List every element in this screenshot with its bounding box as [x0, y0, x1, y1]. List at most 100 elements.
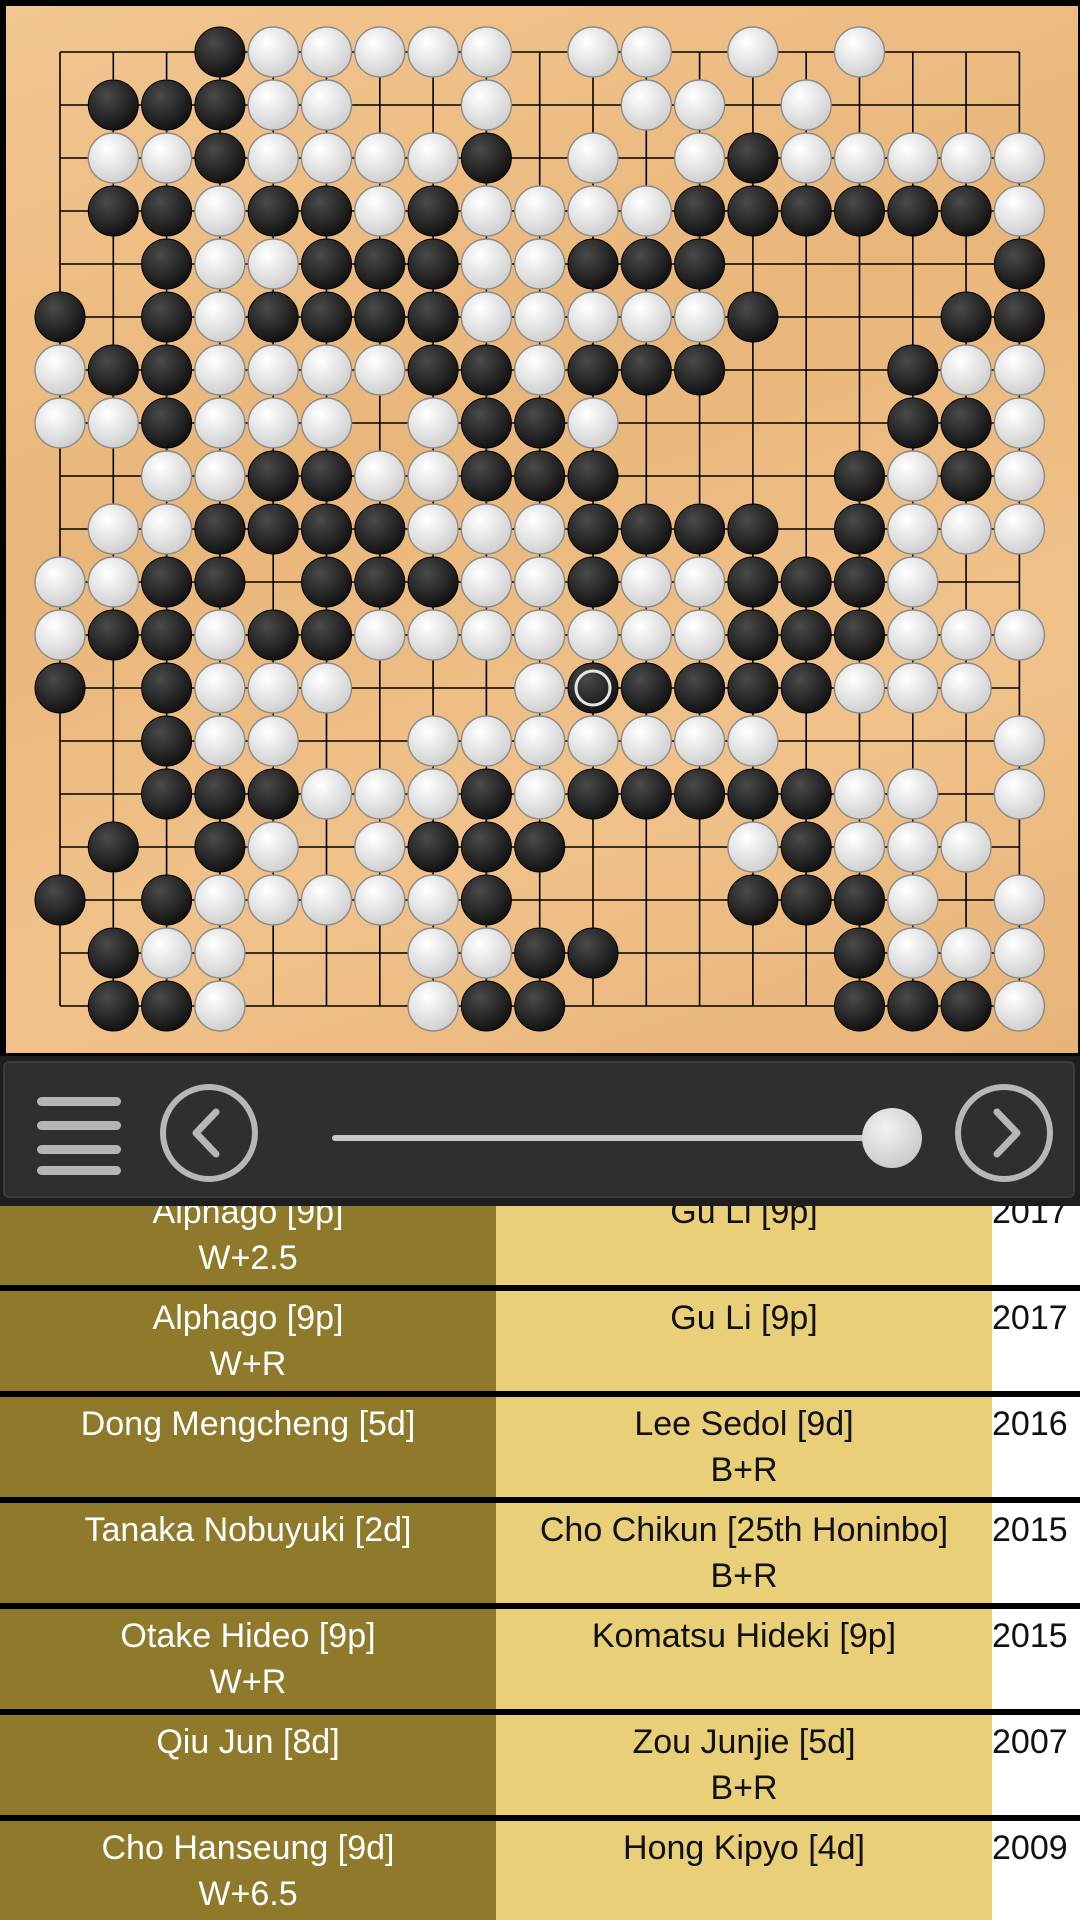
- black-stone: [834, 980, 885, 1032]
- black-player-cell: Gu Li [9p]: [496, 1291, 992, 1391]
- white-stone: [407, 609, 459, 661]
- black-stone: [141, 397, 193, 449]
- white-stone: [727, 26, 779, 78]
- black-stone: [354, 556, 406, 608]
- white-stone: [194, 874, 246, 926]
- white-stone: [673, 556, 726, 608]
- move-slider-track[interactable]: [332, 1135, 892, 1141]
- game-year: 2015: [992, 1617, 1068, 1655]
- go-board[interactable]: [6, 6, 1078, 1053]
- year-cell: 2007: [992, 1715, 1080, 1815]
- white-stone: [567, 132, 619, 184]
- black-stone: [940, 291, 992, 343]
- black-stone: [141, 715, 193, 767]
- black-stone: [727, 662, 779, 714]
- white-stone: [673, 609, 726, 661]
- white-stone: [34, 397, 86, 449]
- black-stone: [141, 291, 193, 343]
- black-stone: [301, 185, 352, 237]
- white-stone: [833, 132, 886, 184]
- game-list-row[interactable]: Qiu Jun [8d] Zou Junjie [5d] B+R 2007: [0, 1715, 1080, 1815]
- white-stone: [727, 821, 779, 873]
- white-stone: [460, 927, 513, 979]
- black-stone: [354, 503, 406, 555]
- game-year: 2015: [992, 1511, 1068, 1549]
- white-stone: [887, 503, 939, 555]
- white-stone: [460, 79, 513, 131]
- black-stone: [567, 503, 619, 555]
- black-stone: [780, 609, 832, 661]
- move-slider-thumb[interactable]: [862, 1108, 922, 1168]
- black-stone: [834, 874, 885, 926]
- white-stone: [887, 132, 939, 184]
- white-stone: [247, 662, 299, 714]
- white-stone: [87, 397, 140, 449]
- black-stone: [407, 344, 459, 396]
- black-stone: [87, 185, 139, 237]
- white-player-cell: Alphago [9p] W+2.5: [0, 1206, 496, 1285]
- black-stone: [194, 132, 246, 184]
- black-stone: [727, 503, 779, 555]
- board-canvas[interactable]: [0, 0, 1080, 1056]
- black-stone: [354, 238, 406, 290]
- white-stone: [247, 874, 299, 926]
- year-cell: 2015: [992, 1503, 1080, 1603]
- white-stone: [514, 662, 566, 714]
- black-stone: [620, 662, 672, 714]
- black-stone: [141, 662, 193, 714]
- white-stone: [34, 344, 86, 396]
- white-stone: [993, 980, 1046, 1032]
- white-stone: [194, 927, 246, 979]
- black-stone: [460, 980, 512, 1032]
- white-stone: [567, 291, 619, 343]
- white-stone: [514, 503, 566, 555]
- black-stone: [141, 238, 193, 290]
- white-stone: [194, 662, 246, 714]
- white-stone: [247, 238, 299, 290]
- black-stone: [780, 185, 832, 237]
- black-stone: [460, 874, 512, 926]
- white-stone: [833, 768, 886, 820]
- white-stone: [460, 185, 513, 237]
- chevron-right-icon: [993, 1108, 1021, 1158]
- game-result: W+2.5: [198, 1239, 298, 1277]
- black-stone: [940, 185, 992, 237]
- game-list-row[interactable]: Cho Hanseung [9d] W+6.5 Hong Kipyo [4d] 200…: [0, 1821, 1080, 1920]
- black-stone: [194, 26, 246, 78]
- black-stone: [887, 185, 939, 237]
- hamburger-menu-icon[interactable]: [37, 1093, 121, 1175]
- year-cell: 2015: [992, 1609, 1080, 1709]
- game-list-row[interactable]: Tanaka Nobuyuki [2d] Cho Chikun [25th Hon…: [0, 1503, 1080, 1603]
- game-list-row[interactable]: Otake Hideo [9p] W+R Komatsu Hideki [9p] 20…: [0, 1609, 1080, 1709]
- black-player-cell: Zou Junjie [5d] B+R: [496, 1715, 992, 1815]
- next-move-button[interactable]: [955, 1084, 1053, 1182]
- black-stone: [674, 768, 726, 820]
- black-player-name: Lee Sedol [9d]: [634, 1405, 854, 1443]
- black-stone: [940, 397, 992, 449]
- white-stone: [887, 556, 939, 608]
- white-stone: [247, 344, 299, 396]
- previous-move-button[interactable]: [160, 1084, 258, 1182]
- white-stone: [567, 26, 619, 78]
- black-stone: [194, 556, 246, 608]
- white-stone: [460, 503, 513, 555]
- white-stone: [993, 609, 1046, 661]
- black-stone: [514, 980, 566, 1032]
- black-stone: [301, 503, 352, 555]
- game-list-row[interactable]: Alphago [9p] W+2.5 Gu Li [9p] 2017: [0, 1206, 1080, 1285]
- game-list-row[interactable]: Alphago [9p] W+R Gu Li [9p] 2017: [0, 1291, 1080, 1391]
- white-stone: [194, 715, 246, 767]
- black-stone: [194, 768, 246, 820]
- white-stone: [407, 503, 459, 555]
- white-stone: [247, 79, 299, 131]
- black-stone: [780, 821, 832, 873]
- white-stone: [993, 503, 1046, 555]
- black-stone: [514, 397, 566, 449]
- white-stone: [460, 291, 513, 343]
- black-player-name: Hong Kipyo [4d]: [623, 1829, 865, 1867]
- game-list-row[interactable]: Dong Mengcheng [5d] Lee Sedol [9d] B+R 2016: [0, 1397, 1080, 1497]
- white-stone: [620, 185, 672, 237]
- white-stone: [194, 291, 246, 343]
- white-stone: [887, 927, 939, 979]
- white-stone: [993, 927, 1046, 979]
